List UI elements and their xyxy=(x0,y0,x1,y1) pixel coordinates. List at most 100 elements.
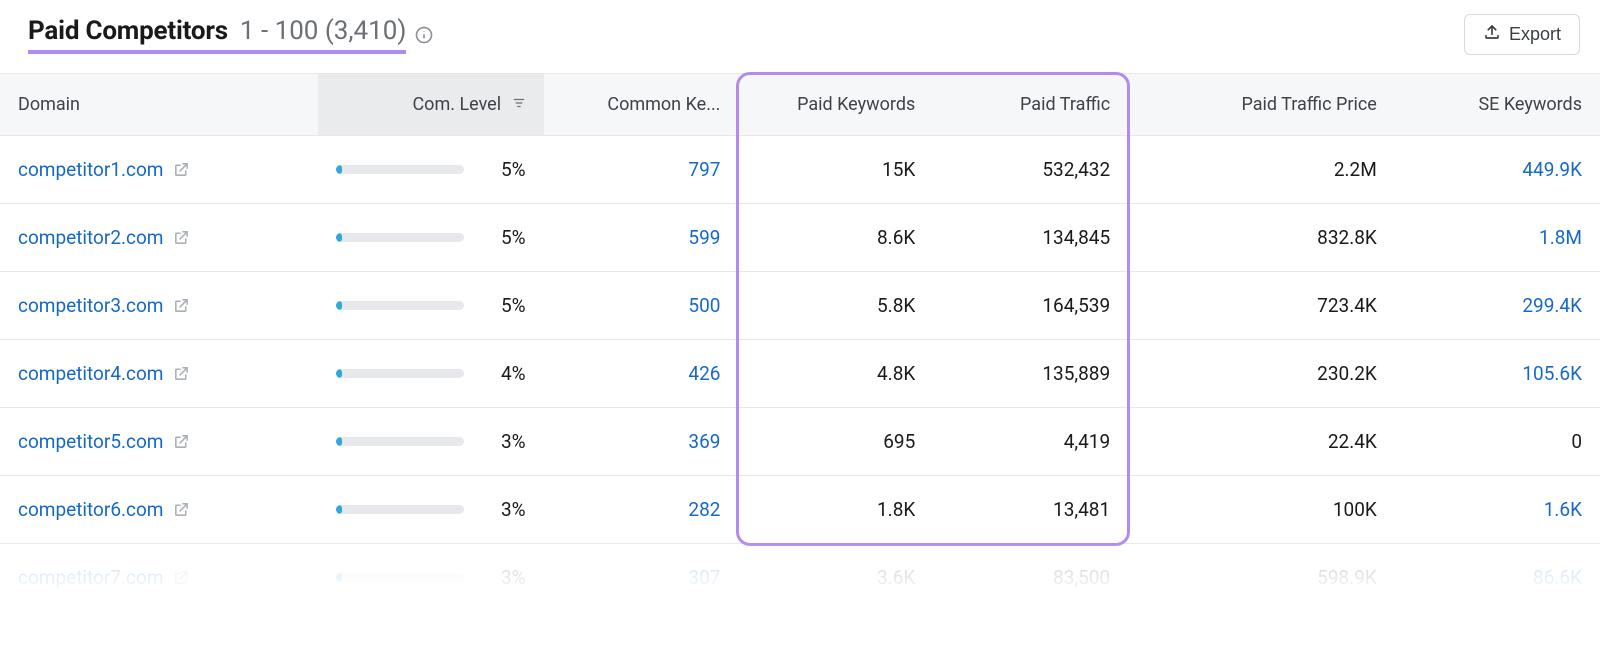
com-level-value: 3% xyxy=(480,498,526,521)
se-keywords-value[interactable]: 105.6K xyxy=(1522,362,1582,385)
com-level-cell: 5% xyxy=(336,226,526,249)
com-level-bar xyxy=(336,573,464,582)
se-keywords-value[interactable]: 299.4K xyxy=(1522,294,1582,317)
com-level-value: 3% xyxy=(480,566,526,589)
common-keywords-value[interactable]: 282 xyxy=(688,498,720,521)
external-link-icon xyxy=(173,501,190,518)
domain-link[interactable]: competitor6.com xyxy=(18,498,190,521)
com-level-value: 5% xyxy=(480,158,526,181)
col-paid-traffic[interactable]: Paid Traffic xyxy=(933,74,1128,136)
com-level-bar xyxy=(336,165,464,174)
common-keywords-value[interactable]: 797 xyxy=(688,158,720,181)
paid-traffic-value: 532,432 xyxy=(1042,158,1110,181)
com-level-value: 5% xyxy=(480,226,526,249)
table-row: competitor3.com 5% 500 5.8K 164,539 723.4K 299… xyxy=(0,272,1600,340)
paid-traffic-price-value: 598.9K xyxy=(1317,566,1377,589)
table-header-row: Domain Com. Level Common Ke... Paid Keyw… xyxy=(0,74,1600,136)
com-level-cell: 5% xyxy=(336,294,526,317)
sort-desc-icon xyxy=(512,94,526,115)
paid-traffic-price-value: 723.4K xyxy=(1317,294,1377,317)
col-paid-traffic-price[interactable]: Paid Traffic Price xyxy=(1128,74,1395,136)
domain-text: competitor2.com xyxy=(18,226,163,249)
domain-link[interactable]: competitor2.com xyxy=(18,226,190,249)
com-level-value: 5% xyxy=(480,294,526,317)
page-title: Paid Competitors 1 - 100 (3,410) xyxy=(28,16,406,54)
col-com-level[interactable]: Com. Level xyxy=(318,74,544,136)
header: Paid Competitors 1 - 100 (3,410) Export xyxy=(0,0,1600,73)
external-link-icon xyxy=(173,569,190,586)
domain-link[interactable]: competitor4.com xyxy=(18,362,190,385)
se-keywords-value[interactable]: 1.8M xyxy=(1539,226,1582,249)
paid-keywords-value: 4.8K xyxy=(877,362,915,385)
external-link-icon xyxy=(173,229,190,246)
se-keywords-value[interactable]: 449.9K xyxy=(1522,158,1582,181)
paid-traffic-price-value: 100K xyxy=(1333,498,1377,521)
domain-link[interactable]: competitor1.com xyxy=(18,158,190,181)
domain-link[interactable]: competitor3.com xyxy=(18,294,190,317)
domain-text: competitor4.com xyxy=(18,362,163,385)
paid-keywords-value: 15K xyxy=(882,158,915,181)
com-level-bar xyxy=(336,369,464,378)
com-level-value: 3% xyxy=(480,430,526,453)
com-level-cell: 4% xyxy=(336,362,526,385)
paid-traffic-value: 83,500 xyxy=(1053,566,1110,589)
paid-keywords-value: 1.8K xyxy=(877,498,915,521)
table-row: competitor6.com 3% 282 1.8K 13,481 100K 1.6K xyxy=(0,476,1600,544)
page: Paid Competitors 1 - 100 (3,410) Export … xyxy=(0,0,1600,612)
com-level-bar xyxy=(336,505,464,514)
paid-traffic-price-value: 22.4K xyxy=(1328,430,1377,453)
paid-keywords-value: 3.6K xyxy=(877,566,915,589)
paid-traffic-value: 164,539 xyxy=(1042,294,1110,317)
paid-traffic-price-value: 230.2K xyxy=(1317,362,1377,385)
paid-traffic-value: 13,481 xyxy=(1053,498,1110,521)
common-keywords-value[interactable]: 307 xyxy=(688,566,720,589)
external-link-icon xyxy=(173,365,190,382)
col-se-keywords[interactable]: SE Keywords xyxy=(1395,74,1600,136)
domain-text: competitor3.com xyxy=(18,294,163,317)
se-keywords-value[interactable]: 1.6K xyxy=(1544,498,1582,521)
table-row: competitor5.com3%3696954,41922.4K0 xyxy=(0,408,1600,476)
export-button[interactable]: Export xyxy=(1464,14,1580,55)
common-keywords-value[interactable]: 369 xyxy=(688,430,720,453)
paid-traffic-price-value: 832.8K xyxy=(1317,226,1377,249)
page-title-range: 1 - 100 (3,410) xyxy=(240,16,407,46)
table-row: competitor1.com 5% 797 15K 532,432 2.2M 449.9K xyxy=(0,136,1600,204)
com-level-bar xyxy=(336,233,464,242)
export-icon xyxy=(1483,23,1501,46)
domain-text: competitor7.com xyxy=(18,566,163,589)
export-label: Export xyxy=(1509,24,1561,45)
common-keywords-value[interactable]: 426 xyxy=(688,362,720,385)
common-keywords-value[interactable]: 500 xyxy=(688,294,720,317)
paid-keywords-value: 695 xyxy=(883,430,915,453)
col-common-keywords[interactable]: Common Ke... xyxy=(544,74,739,136)
com-level-cell: 3% xyxy=(336,498,526,521)
info-icon[interactable] xyxy=(412,23,436,47)
common-keywords-value[interactable]: 599 xyxy=(688,226,720,249)
domain-link[interactable]: competitor5.com xyxy=(18,430,190,453)
table-row: competitor7.com 3% 307 3.6K 83,500 598.9K 86.6… xyxy=(0,544,1600,612)
external-link-icon xyxy=(173,433,190,450)
com-level-cell: 3% xyxy=(336,566,526,589)
paid-keywords-value: 8.6K xyxy=(877,226,915,249)
table-row: competitor2.com 5% 599 8.6K 134,845 832.8K 1.8… xyxy=(0,204,1600,272)
com-level-bar xyxy=(336,301,464,310)
com-level-cell: 5% xyxy=(336,158,526,181)
col-paid-keywords[interactable]: Paid Keywords xyxy=(738,74,933,136)
domain-link[interactable]: competitor7.com xyxy=(18,566,190,589)
external-link-icon xyxy=(173,297,190,314)
domain-text: competitor1.com xyxy=(18,158,163,181)
col-domain[interactable]: Domain xyxy=(0,74,318,136)
domain-text: competitor5.com xyxy=(18,430,163,453)
com-level-bar xyxy=(336,437,464,446)
page-title-text: Paid Competitors xyxy=(28,16,228,46)
se-keywords-value[interactable]: 86.6K xyxy=(1533,566,1582,589)
com-level-cell: 3% xyxy=(336,430,526,453)
paid-traffic-price-value: 2.2M xyxy=(1334,158,1377,181)
competitors-table: Domain Com. Level Common Ke... Paid Keyw… xyxy=(0,73,1600,612)
paid-traffic-value: 135,889 xyxy=(1042,362,1110,385)
external-link-icon xyxy=(173,161,190,178)
table-row: competitor4.com 4% 426 4.8K 135,889 230.2K 105… xyxy=(0,340,1600,408)
paid-traffic-value: 134,845 xyxy=(1042,226,1110,249)
domain-text: competitor6.com xyxy=(18,498,163,521)
paid-keywords-value: 5.8K xyxy=(877,294,915,317)
